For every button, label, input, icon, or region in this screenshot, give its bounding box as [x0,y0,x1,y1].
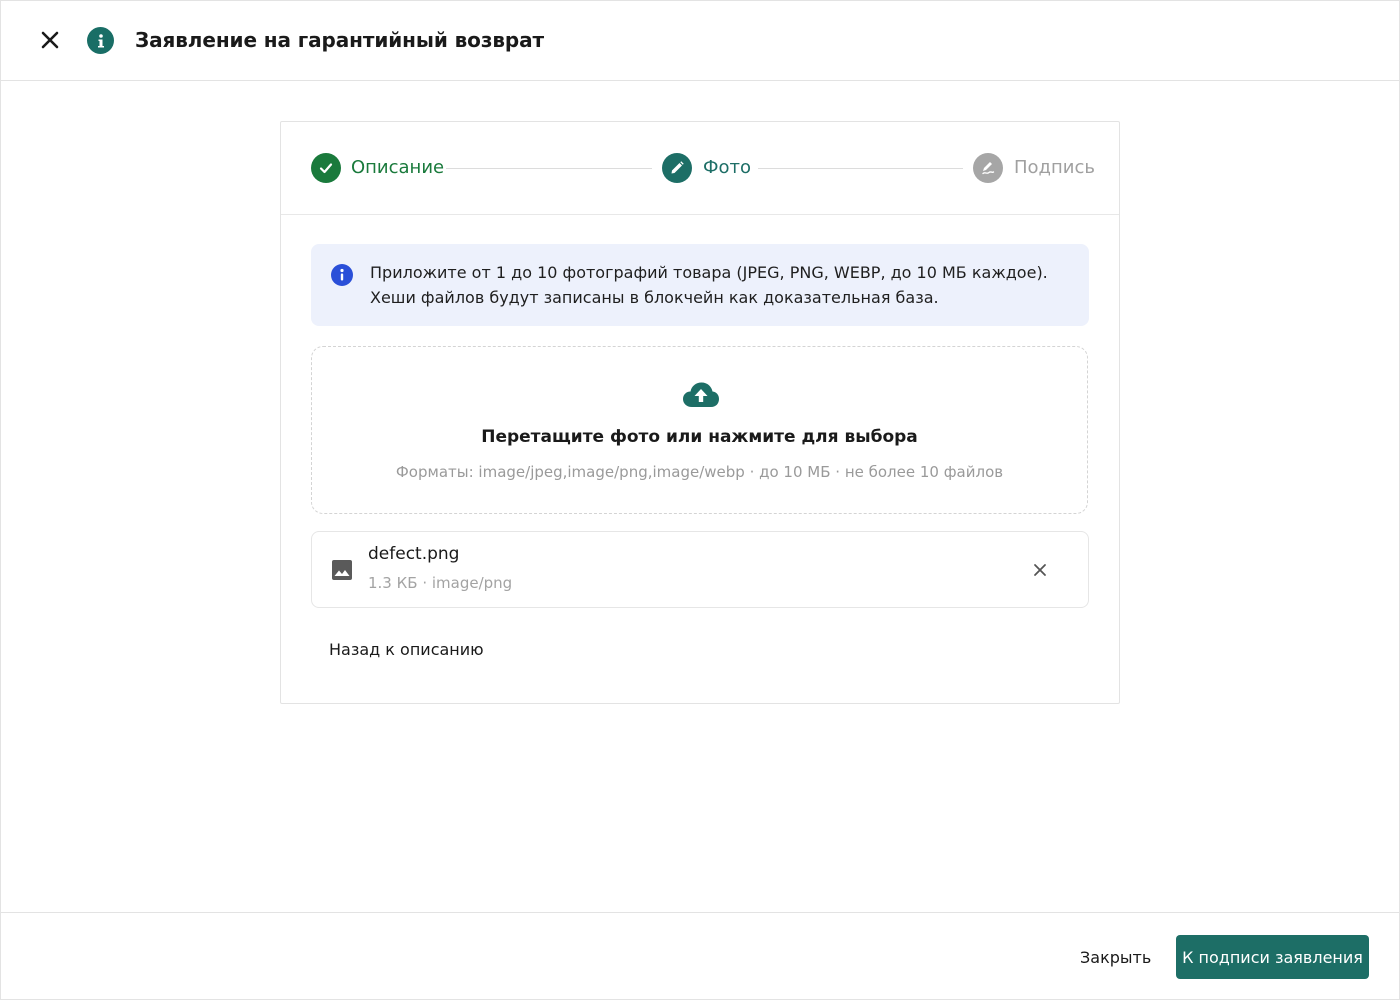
close-button[interactable]: Закрыть [1068,935,1163,979]
wizard-card: Описание Фото Подпись Приложите от 1 до … [280,121,1120,704]
back-to-description-button[interactable]: Назад к описанию [329,640,484,659]
page-title: Заявление на гарантийный возврат [135,28,545,52]
remove-file-icon[interactable] [1028,558,1052,582]
stepper: Описание Фото Подпись [281,122,1119,215]
step-connector [758,168,963,169]
signature-icon [973,153,1003,183]
to-signature-button[interactable]: К подписи заявления [1176,935,1369,979]
file-meta: 1.3 КБ · image/png [368,574,513,592]
check-icon [311,153,341,183]
close-icon[interactable] [36,26,64,54]
file-item: defect.png 1.3 КБ · image/png [311,531,1089,608]
dropzone-hint: Форматы: image/jpeg,image/png,image/webp… [395,463,1004,481]
image-icon [331,559,353,581]
modal-header: Заявление на гарантийный возврат [0,0,1400,81]
info-icon [87,27,114,54]
dropzone-title: Перетащите фото или нажмите для выбора [481,427,918,447]
step-label-description[interactable]: Описание [351,157,444,179]
step-label-signature[interactable]: Подпись [1014,157,1095,179]
info-icon [331,264,353,286]
alert-text: Приложите от 1 до 10 фотографий товара (… [370,263,1048,307]
file-name: defect.png [368,544,460,564]
pencil-icon [662,153,692,183]
photo-dropzone[interactable]: Перетащите фото или нажмите для выбора Ф… [311,346,1088,514]
step-connector [446,168,652,169]
step-label-photo[interactable]: Фото [703,157,751,179]
info-alert: Приложите от 1 до 10 фотографий товара (… [311,244,1089,326]
modal-footer: Закрыть К подписи заявления [0,912,1400,1001]
cloud-upload-icon [682,381,720,409]
